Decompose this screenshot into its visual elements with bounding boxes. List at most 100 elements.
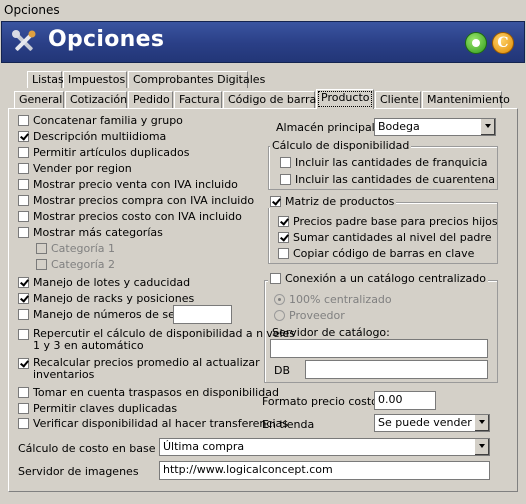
traspasos-checkbox[interactable]: Tomar en cuenta traspasos en disponibili…: [18, 386, 279, 399]
checkbox-box[interactable]: [18, 329, 29, 340]
tab-pedido[interactable]: Pedido: [128, 91, 173, 108]
checkbox-box[interactable]: [18, 418, 29, 429]
checkbox-box[interactable]: [18, 309, 29, 320]
cuarentena-checkbox[interactable]: Incluir las cantidades de cuarentena: [280, 173, 495, 186]
checkbox-box[interactable]: [18, 293, 29, 304]
recalcular-checkbox[interactable]: Recalcular precios promedio al actualiza…: [18, 357, 260, 381]
tab-factura[interactable]: Factura: [174, 91, 222, 108]
calculo-costo-label: Cálculo de costo en base a: [18, 442, 166, 455]
page-title: Opciones: [48, 27, 165, 52]
checkbox-box[interactable]: [18, 115, 29, 126]
checkbox-box[interactable]: [278, 248, 289, 259]
db-label: DB: [274, 364, 291, 377]
precios-padre-checkbox[interactable]: Precios padre base para precios hijos: [278, 215, 498, 228]
option-label: Mostrar precios costo con IVA incluido: [33, 210, 242, 223]
lotes-checkbox[interactable]: Manejo de lotes y caducidad: [18, 276, 190, 289]
concatenar-checkbox[interactable]: Concatenar familia y grupo: [18, 114, 183, 127]
servidor-catalogo-label: Servidor de catálogo:: [272, 326, 390, 339]
categoria1-checkbox[interactable]: Categoría 1: [36, 242, 115, 255]
tab-producto[interactable]: Producto: [316, 89, 374, 109]
precios-compra-iva-checkbox[interactable]: Mostrar precios compra con IVA incluido: [18, 194, 254, 207]
checkbox-box[interactable]: [18, 147, 29, 158]
tools-icon: [12, 30, 36, 51]
formato-precio-label: Formato precio costo: [262, 395, 378, 408]
centralizado-radio[interactable]: 100% centralizado: [274, 293, 392, 306]
checkbox-box[interactable]: [18, 179, 29, 190]
checkbox-box[interactable]: [18, 227, 29, 238]
vender-region-checkbox[interactable]: Vender por region: [18, 162, 132, 175]
claves-duplicadas-checkbox[interactable]: Permitir claves duplicadas: [18, 402, 177, 415]
tab-general[interactable]: General: [14, 91, 64, 108]
checkbox-box[interactable]: [18, 358, 29, 369]
servidor-catalogo-input[interactable]: [270, 339, 488, 358]
tab-mantenimiento[interactable]: Mantenimiento: [422, 91, 510, 108]
numeros-serie-checkbox[interactable]: Manejo de números de serie: [18, 308, 189, 321]
checkbox-box[interactable]: [18, 387, 29, 398]
option-label: Manejo de números de serie: [33, 308, 190, 321]
conexion-checkbox[interactable]: Conexión a un catálogo centralizado: [268, 272, 488, 285]
almacen-select[interactable]: Bodega: [374, 118, 496, 136]
tab-codigo-de-barras[interactable]: Código de barras: [223, 91, 322, 108]
franquicia-checkbox[interactable]: Incluir las cantidades de franquicia: [280, 156, 487, 169]
checkbox-box[interactable]: [36, 259, 47, 270]
proveedor-radio[interactable]: Proveedor: [274, 309, 345, 322]
coin-icon[interactable]: C: [492, 32, 514, 54]
checkbox-box[interactable]: [280, 157, 291, 168]
option-label: Verificar disponibilidad al hacer transf…: [33, 417, 288, 430]
status-icon[interactable]: [465, 32, 487, 54]
db-input[interactable]: [305, 360, 488, 379]
option-label: Mostrar más categorías: [33, 226, 163, 239]
checkbox-box[interactable]: [280, 174, 291, 185]
checkbox-box[interactable]: [36, 243, 47, 254]
option-label: Tomar en cuenta traspasos en disponibili…: [33, 386, 279, 399]
option-label: Mostrar precios compra con IVA incluido: [33, 194, 255, 207]
descripcion-multiidioma-checkbox[interactable]: Descripción multiidioma: [18, 130, 166, 143]
servidor-imagenes-label: Servidor de imagenes: [18, 465, 139, 478]
chevron-down-icon[interactable]: [480, 119, 495, 135]
tab-impuestos[interactable]: Impuestos: [63, 71, 127, 88]
checkbox-box[interactable]: [278, 232, 289, 243]
radio-dot[interactable]: [274, 294, 285, 305]
sumar-checkbox[interactable]: Sumar cantidades al nivel del padre: [278, 231, 491, 244]
checkbox-box[interactable]: [18, 277, 29, 288]
formato-precio-input[interactable]: 0.00: [374, 391, 436, 410]
permitir-duplicados-checkbox[interactable]: Permitir artículos duplicados: [18, 146, 189, 159]
checkbox-box[interactable]: [18, 131, 29, 142]
precio-venta-iva-checkbox[interactable]: Mostrar precio venta con IVA incluido: [18, 178, 238, 191]
checkbox-box[interactable]: [18, 163, 29, 174]
categoria2-checkbox[interactable]: Categoría 2: [36, 258, 115, 271]
numeros-serie-input[interactable]: [173, 305, 232, 324]
copiar-checkbox[interactable]: Copiar código de barras en clave: [278, 247, 474, 260]
checkbox-box[interactable]: [270, 273, 281, 284]
option-label: Descripción multiidioma: [33, 130, 167, 143]
select-value: Bodega: [378, 120, 420, 133]
option-label: Permitir claves duplicadas: [33, 402, 178, 415]
tab-cotizacion[interactable]: Cotización: [65, 91, 127, 108]
en-tienda-label: En tienda: [262, 418, 315, 431]
mas-categorias-checkbox[interactable]: Mostrar más categorías: [18, 226, 163, 239]
checkbox-box[interactable]: [18, 211, 29, 222]
checkbox-box[interactable]: [278, 216, 289, 227]
servidor-imagenes-input[interactable]: http://www.logicalconcept.com: [159, 461, 490, 480]
chevron-down-icon[interactable]: [474, 415, 489, 431]
calculo-disponibilidad-title: Cálculo de disponibilidad: [270, 139, 412, 152]
en-tienda-select[interactable]: Se puede vender: [374, 414, 490, 432]
chevron-down-icon[interactable]: [474, 439, 489, 455]
repercutir-checkbox[interactable]: Repercutir el cálculo de disponibilidad …: [18, 328, 295, 352]
tab-listas[interactable]: Listas: [27, 71, 64, 88]
calculo-costo-select[interactable]: Última compra: [159, 438, 490, 456]
option-label: Matriz de productos: [285, 195, 395, 208]
racks-checkbox[interactable]: Manejo de racks y posiciones: [18, 292, 194, 305]
select-value: Última compra: [163, 440, 245, 453]
radio-dot[interactable]: [274, 310, 285, 321]
verificar-checkbox[interactable]: Verificar disponibilidad al hacer transf…: [18, 417, 288, 430]
checkbox-box[interactable]: [18, 195, 29, 206]
checkbox-box[interactable]: [270, 196, 281, 207]
checkbox-box[interactable]: [18, 403, 29, 414]
tab-cliente[interactable]: Cliente: [375, 91, 421, 108]
matriz-productos-checkbox[interactable]: Matriz de productos: [268, 195, 397, 208]
option-label: Categoría 1: [51, 242, 116, 255]
precios-costo-iva-checkbox[interactable]: Mostrar precios costo con IVA incluido: [18, 210, 242, 223]
option-label: Mostrar precio venta con IVA incluido: [33, 178, 238, 191]
tab-comprobantes-digitales[interactable]: Comprobantes Digitales: [128, 71, 265, 88]
